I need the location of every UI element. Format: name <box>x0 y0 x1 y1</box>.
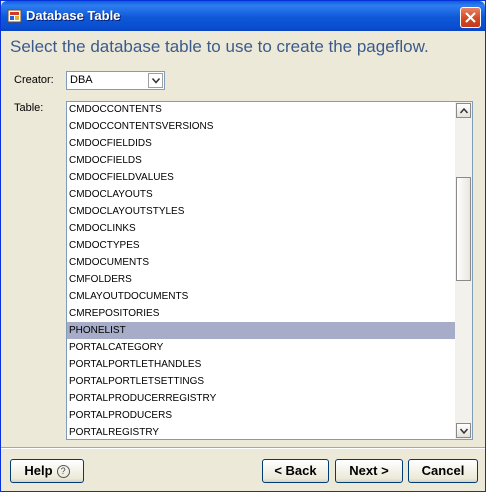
table-list-item[interactable]: PORTALCATEGORY <box>67 339 455 356</box>
vertical-scrollbar[interactable] <box>455 102 472 439</box>
table-list-item[interactable]: PORTALPORTLETSETTINGS <box>67 373 455 390</box>
table-list-item[interactable]: CMDOCFIELDS <box>67 152 455 169</box>
close-icon <box>465 12 476 23</box>
table-list-item[interactable]: CMDOCLAYOUTS <box>67 186 455 203</box>
table-listbox[interactable]: CMDOCCONTENTS CMDOCCONTENTSVERSIONS CMDOCF… <box>66 101 473 440</box>
page-heading: Select the database table to use to crea… <box>10 37 429 56</box>
table-list-item[interactable]: CMREPOSITORIES <box>67 305 455 322</box>
creator-dropdown[interactable]: DBA <box>66 71 165 90</box>
table-label: Table: <box>14 102 44 114</box>
footer-divider <box>1 447 485 449</box>
table-list-item[interactable]: PORTALPRODUCERREGISTRY <box>67 390 455 407</box>
chevron-down-icon <box>152 78 160 84</box>
help-button-label: Help <box>24 463 53 478</box>
scroll-down-button[interactable] <box>456 423 471 438</box>
app-icon <box>7 8 23 24</box>
table-list-item[interactable]: CMDOCCONTENTS <box>67 102 455 118</box>
table-list-item[interactable]: CMDOCUMENTS <box>67 254 455 271</box>
window-title: Database Table <box>26 8 121 23</box>
table-list: CMDOCCONTENTS CMDOCCONTENTSVERSIONS CMDOCF… <box>67 102 455 439</box>
table-list-item[interactable]: PORTALPORTLETHANDLES <box>67 356 455 373</box>
dropdown-arrow-button[interactable] <box>148 73 163 88</box>
table-list-item[interactable]: PORTALREGISTRY <box>67 424 455 439</box>
close-button[interactable] <box>460 7 481 28</box>
next-button[interactable]: Next > <box>335 459 403 483</box>
chevron-up-icon <box>460 108 468 114</box>
creator-value: DBA <box>70 74 93 86</box>
creator-label: Creator: <box>14 74 54 86</box>
chevron-down-icon <box>460 428 468 434</box>
dialog-content: Select the database table to use to crea… <box>4 31 482 447</box>
table-list-item[interactable]: CMDOCFIELDIDS <box>67 135 455 152</box>
table-list-item[interactable]: PORTALPRODUCERS <box>67 407 455 424</box>
scroll-thumb[interactable] <box>456 177 471 281</box>
table-list-item[interactable]: CMDOCLAYOUTSTYLES <box>67 203 455 220</box>
help-button[interactable]: Help? <box>10 459 84 483</box>
table-list-item[interactable]: PHONELIST <box>67 322 455 339</box>
help-icon: ? <box>56 465 70 478</box>
table-list-item[interactable]: CMDOCCONTENTSVERSIONS <box>67 118 455 135</box>
scroll-up-button[interactable] <box>456 103 471 118</box>
table-list-item[interactable]: CMDOCLINKS <box>67 220 455 237</box>
table-list-item[interactable]: CMFOLDERS <box>67 271 455 288</box>
cancel-button[interactable]: Cancel <box>408 459 478 483</box>
table-list-item[interactable]: CMDOCTYPES <box>67 237 455 254</box>
table-list-item[interactable]: CMDOCFIELDVALUES <box>67 169 455 186</box>
title-bar[interactable]: Database Table <box>1 1 485 31</box>
table-list-item[interactable]: CMLAYOUTDOCUMENTS <box>67 288 455 305</box>
back-button[interactable]: < Back <box>262 459 329 483</box>
dialog-window: Database Table Select the database table… <box>0 0 486 492</box>
